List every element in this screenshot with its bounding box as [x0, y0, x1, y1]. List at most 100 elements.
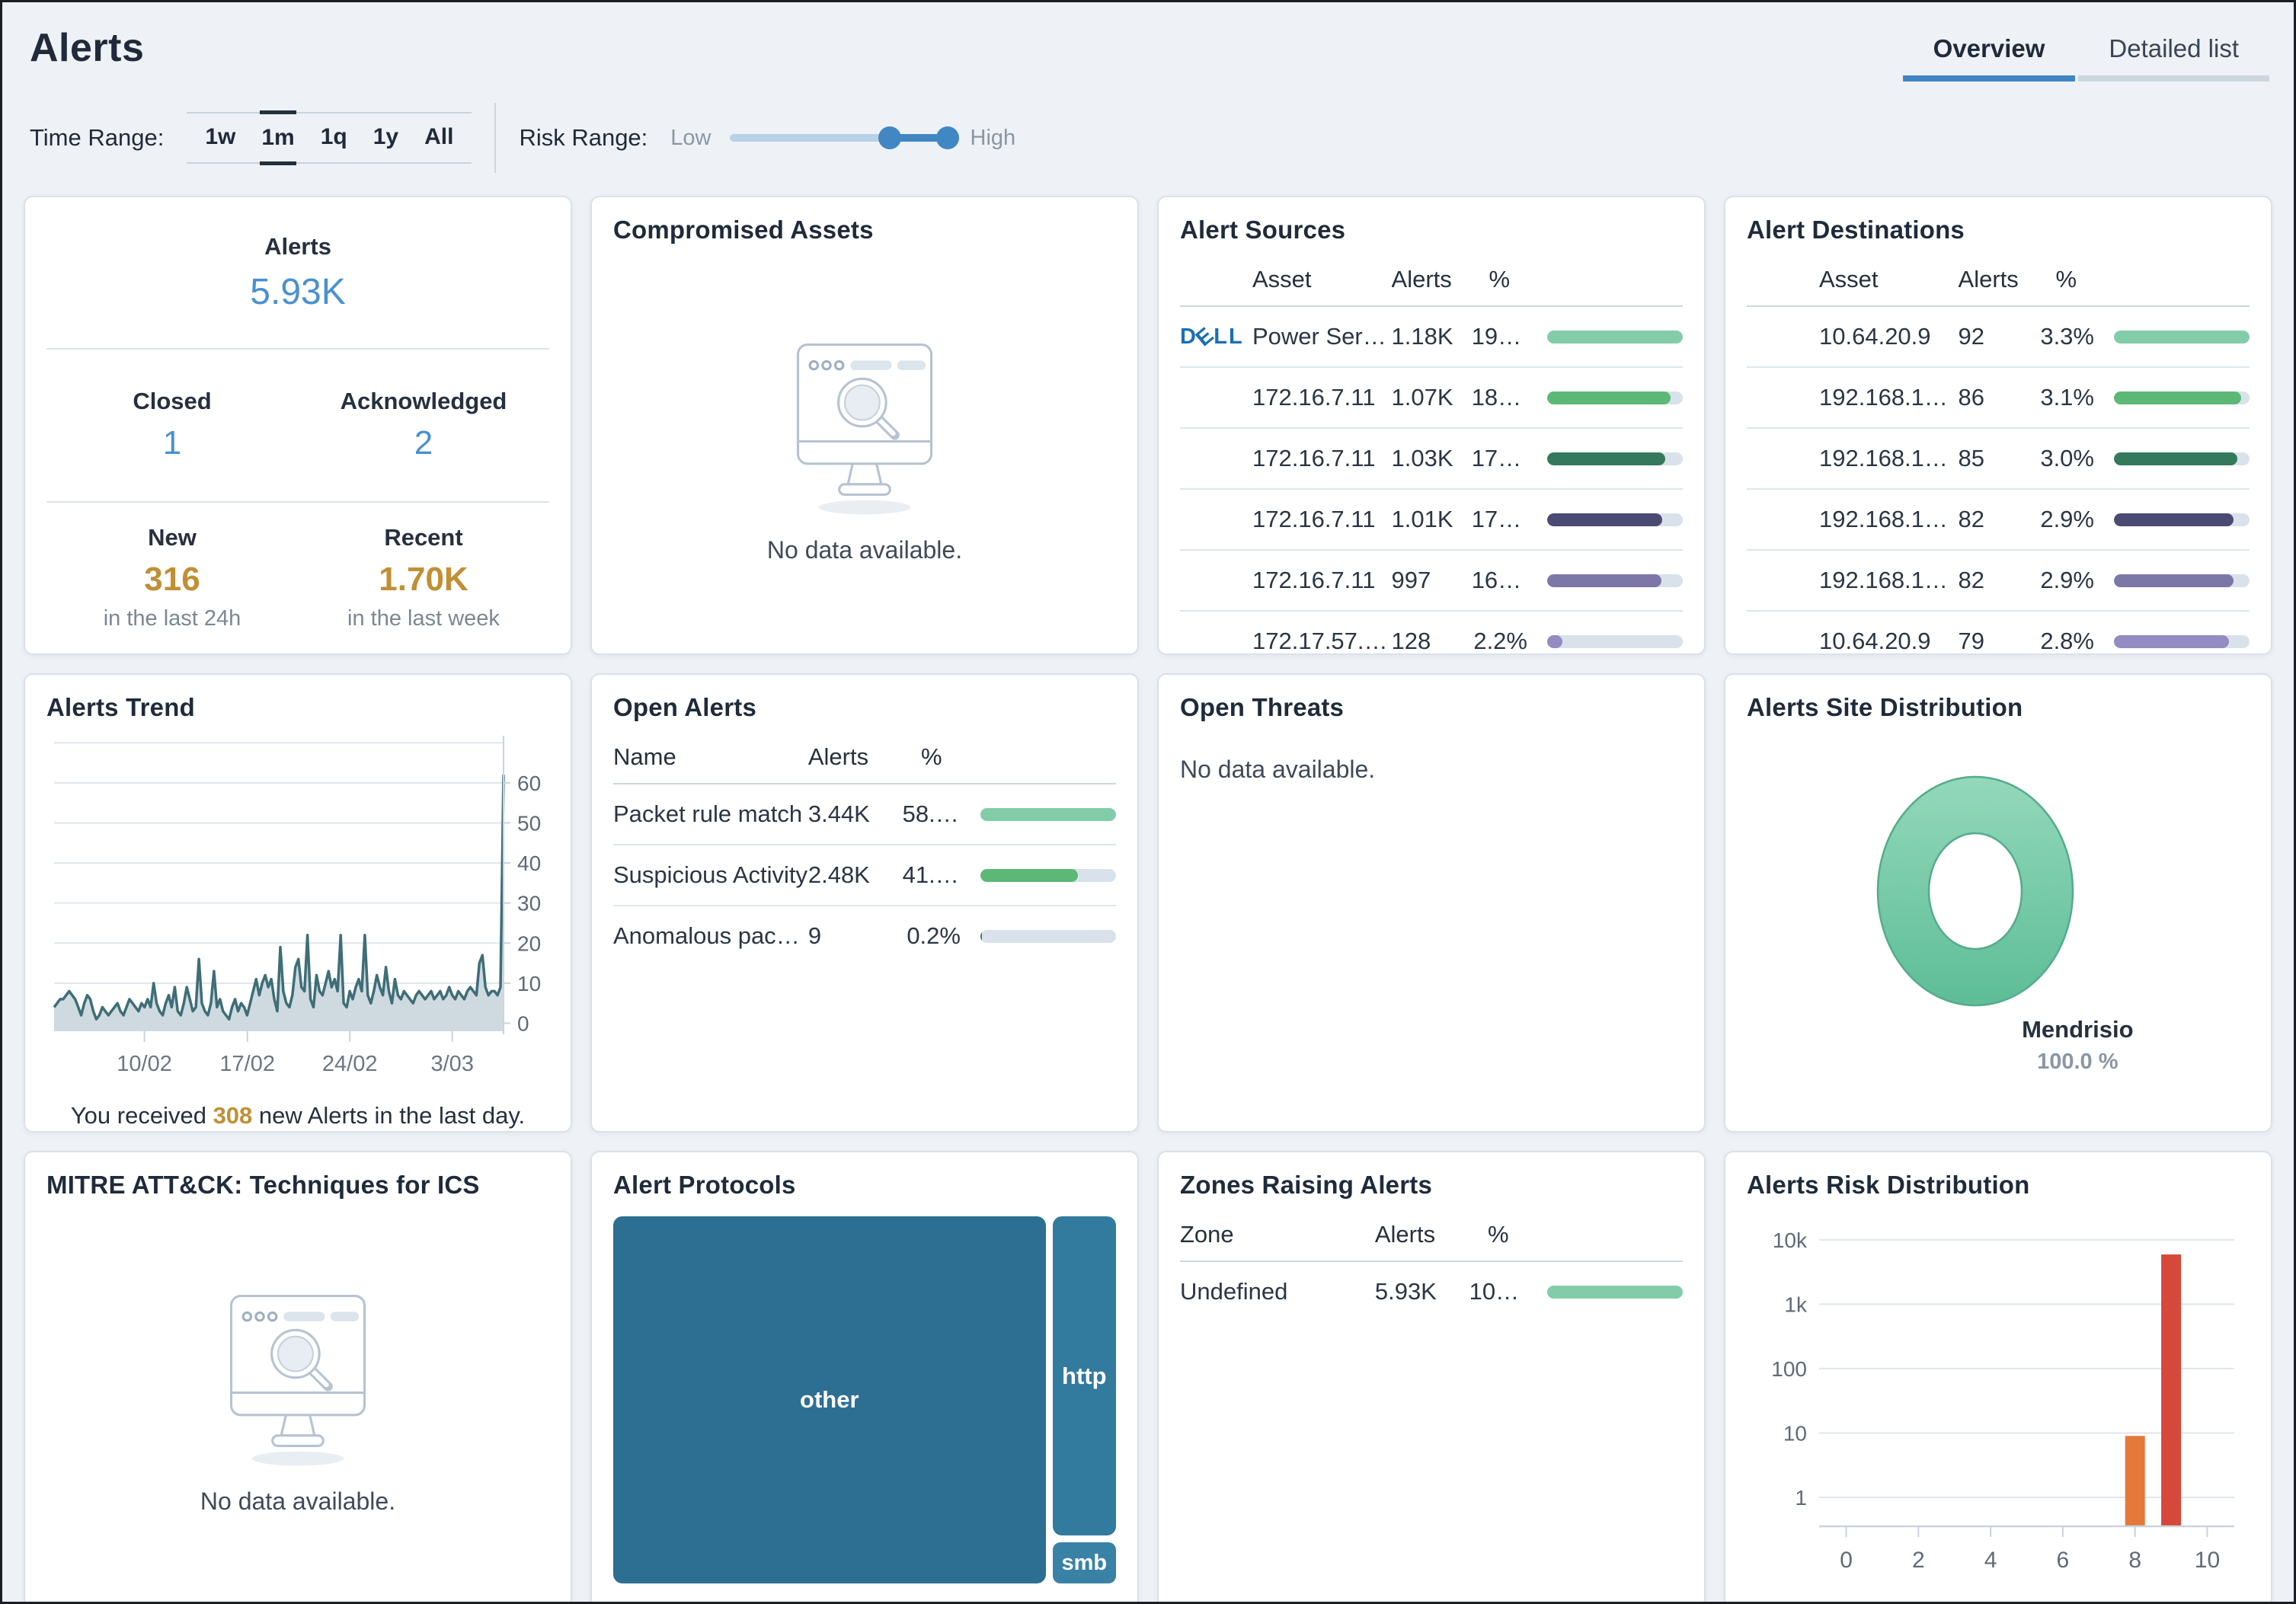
recent-sublabel: in the last week: [347, 606, 500, 631]
pct-bar: [2114, 452, 2250, 465]
svg-text:1: 1: [1795, 1486, 1807, 1510]
open-threats-title: Open Threats: [1180, 693, 1345, 721]
risk-range-label: Risk Range:: [519, 124, 648, 151]
new-alerts-count: 308: [213, 1102, 253, 1129]
name-cell: Suspicious Activity: [613, 861, 807, 888]
new-label: New: [148, 524, 197, 551]
treemap-tile-http[interactable]: http: [1052, 1216, 1116, 1535]
pct-cell: 17.0%: [1471, 506, 1539, 532]
mitre-title: MITRE ATT&CK: Techniques for ICS: [46, 1171, 480, 1199]
mitre-card: MITRE ATT&CK: Techniques for ICS No data…: [24, 1151, 572, 1602]
table-row[interactable]: 192.168.103.221 86 3.1%: [1747, 368, 2250, 429]
asset-cell: 10.64.20.9: [1819, 628, 1931, 654]
alerts-cell: 997: [1391, 567, 1431, 593]
tab-detailed-list-label: Detailed list: [2109, 34, 2239, 62]
pct-bar: [2114, 574, 2250, 587]
col-alerts: Alerts: [807, 743, 869, 770]
protocols-treemap: other http smb: [613, 1216, 1116, 1583]
divider: [494, 103, 497, 173]
open-alerts-title: Open Alerts: [613, 693, 757, 721]
table-row[interactable]: 192.168.103.221 82 2.9%: [1747, 490, 2250, 551]
no-data-monitor-icon: [769, 338, 960, 525]
pct-cell: 2.9%: [2040, 567, 2094, 593]
acknowledged-label: Acknowledged: [340, 388, 507, 415]
table-row[interactable]: 172.16.7.11 1.01K 17.0%: [1180, 490, 1683, 551]
table-row[interactable]: Anomalous packets 9 0.2%: [613, 906, 1116, 966]
table-row[interactable]: 192.168.103.221 82 2.9%: [1747, 551, 2250, 612]
recent-value[interactable]: 1.70K: [298, 561, 549, 599]
risk-low-label: Low: [670, 125, 712, 150]
dell-logo: DELL: [1180, 324, 1244, 350]
time-range-option-all[interactable]: All: [423, 113, 455, 162]
pct-bar: [1547, 513, 1683, 526]
svg-text:4: 4: [1984, 1548, 1997, 1573]
treemap-tile-other[interactable]: other: [613, 1216, 1046, 1583]
svg-text:50: 50: [517, 811, 541, 835]
open-threats-card: Open Threats No data available.: [1157, 673, 1706, 1133]
svg-text:1k: 1k: [1784, 1292, 1808, 1316]
pct-cell: 19.9%: [1471, 323, 1539, 350]
alert-protocols-card: Alert Protocols other http smb: [590, 1151, 1139, 1602]
site-distribution-title: Alerts Site Distribution: [1747, 693, 2023, 721]
time-range-option-1y[interactable]: 1y: [372, 113, 400, 162]
alerts-trend-chart: 0 10 20 30 40 50 60 10/02 17/02 24/02 3/03: [53, 736, 541, 1076]
table-row[interactable]: DELL Power Series ... 1.18K 19.9%: [1180, 307, 1683, 368]
treemap-tile-smb[interactable]: smb: [1052, 1542, 1116, 1583]
name-cell: Anomalous packets: [613, 922, 808, 949]
alerts-cell: 128: [1391, 628, 1431, 654]
table-row[interactable]: 172.16.7.11 997 16.8%: [1180, 551, 1683, 612]
alert-destinations-table: Asset Alerts % 10.64.20.9 92 3.3% 192.16…: [1747, 251, 2250, 654]
tab-overview[interactable]: Overview: [1901, 30, 2077, 81]
alerts-cell: 92: [1958, 323, 1985, 350]
alerts-total-section: Alerts 5.93K: [46, 197, 549, 348]
new-value[interactable]: 316: [46, 561, 298, 599]
table-row[interactable]: Packet rule match 3.44K 58.1%: [613, 784, 1116, 845]
tab-detailed-list[interactable]: Detailed list: [2077, 30, 2271, 81]
risk-slider-handle-min[interactable]: [878, 126, 901, 149]
alerts-total-value[interactable]: 5.93K: [46, 271, 549, 313]
tab-overview-label: Overview: [1933, 34, 2045, 62]
pct-cell: 100....: [1469, 1278, 1535, 1305]
closed-value[interactable]: 1: [46, 424, 298, 462]
pct-cell: 3.3%: [2040, 323, 2094, 350]
no-data-text: No data available.: [766, 536, 963, 564]
treemap-tile-other-label: other: [800, 1386, 859, 1413]
svg-text:10: 10: [2195, 1548, 2220, 1573]
time-range-option-1w[interactable]: 1w: [203, 113, 237, 162]
table-row[interactable]: 172.17.57.206 128 2.2%: [1180, 612, 1683, 654]
risk-range-slider[interactable]: [729, 126, 959, 149]
asset-cell: 192.168.103.221: [1819, 567, 1959, 593]
pct-cell: 3.1%: [2040, 384, 2094, 411]
table-row[interactable]: Suspicious Activity 2.48K 41.8%: [613, 845, 1116, 906]
alerts-cell: 82: [1958, 567, 1985, 593]
svg-text:17/02: 17/02: [219, 1052, 275, 1076]
table-row[interactable]: 192.168.103.221 85 3.0%: [1747, 429, 2250, 490]
alert-sources-table: Asset Alerts % DELL Power Series ... 1.1…: [1180, 251, 1683, 654]
table-row[interactable]: 10.64.20.9 79 2.8%: [1747, 612, 2250, 654]
table-row[interactable]: 172.16.7.11 1.07K 18.1%: [1180, 368, 1683, 429]
acknowledged-value[interactable]: 2: [298, 424, 549, 462]
alerts-cell: 9: [807, 922, 822, 949]
svg-text:6: 6: [2057, 1548, 2070, 1573]
pct-bar: [980, 807, 1116, 821]
pct-bar: [1547, 452, 1683, 465]
alerts-recent-section: New 316 in the last 24h Recent 1.70K in …: [46, 500, 549, 653]
alerts-cell: 82: [1958, 506, 1985, 532]
site-name: Mendrisio: [2022, 1016, 2134, 1043]
zones-table: Zone Alerts % Undefined 5.93K 100....: [1180, 1206, 1683, 1321]
table-row[interactable]: 172.16.7.11 1.03K 17.4%: [1180, 429, 1683, 490]
col-alerts: Alerts: [1958, 266, 2019, 292]
table-row[interactable]: Undefined 5.93K 100....: [1180, 1262, 1683, 1321]
col-zone: Zone: [1180, 1221, 1234, 1248]
svg-text:0: 0: [1840, 1548, 1853, 1573]
time-range-option-1m[interactable]: 1m: [260, 110, 296, 165]
alerts-summary-card: Alerts 5.93K Closed 1 Acknowledged 2 New…: [24, 196, 572, 655]
risk-slider-handle-max[interactable]: [935, 126, 959, 149]
time-range-label: Time Range:: [30, 124, 165, 151]
treemap-tile-smb-label: smb: [1061, 1550, 1108, 1575]
time-range-option-1q[interactable]: 1q: [319, 113, 349, 162]
table-row[interactable]: 10.64.20.9 92 3.3%: [1747, 307, 2250, 368]
donut-slice-mendrisio[interactable]: [1876, 775, 2074, 1007]
pct-bar: [2114, 634, 2250, 648]
alerts-trend-card: Alerts Trend 0 10 20 30 40 50 60 10/02 17/02 24/0…: [24, 673, 572, 1133]
